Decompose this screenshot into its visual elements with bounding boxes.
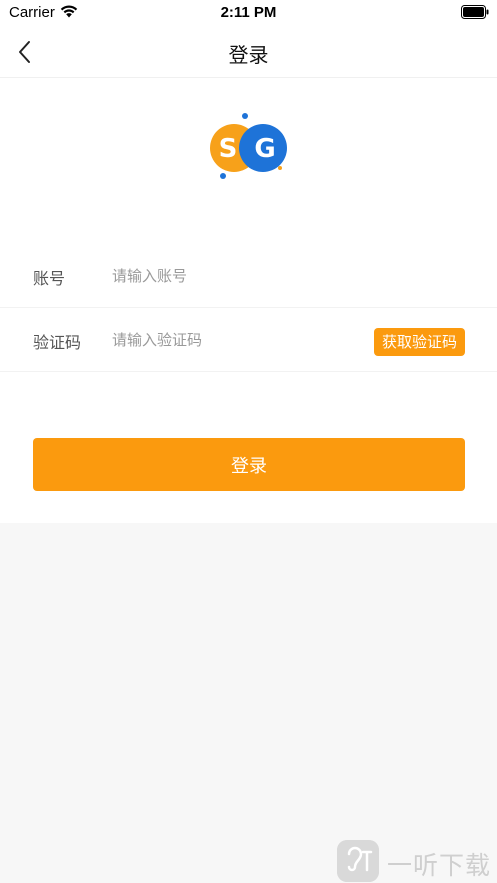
battery-icon xyxy=(461,5,489,19)
sg-logo: S G xyxy=(210,113,287,179)
account-label: 账号 xyxy=(33,269,66,288)
account-input[interactable] xyxy=(112,259,352,293)
status-time: 2:11 PM xyxy=(220,4,277,21)
status-bar: Carrier 2:11 PM xyxy=(0,0,497,26)
code-row: 验证码 获取验证码 xyxy=(0,308,497,372)
svg-text:G: G xyxy=(254,134,275,164)
svg-text:S: S xyxy=(219,134,238,164)
watermark-text: 一听下载 xyxy=(387,851,492,880)
login-form-area: S G 账号 验证码 获取验证码 登录 xyxy=(0,78,497,523)
login-screen: Carrier 2:11 PM 登录 S G 账号 请输入账号 验证码 请输入验… xyxy=(0,0,497,883)
ear-icon xyxy=(337,840,379,882)
watermark: 一听下载 xyxy=(337,840,497,882)
login-button[interactable]: 登录 xyxy=(33,438,465,491)
code-input[interactable] xyxy=(112,323,352,357)
code-label: 验证码 xyxy=(33,333,82,352)
nav-bar: 登录 xyxy=(0,26,497,78)
page-title: 登录 xyxy=(228,43,269,67)
account-row: 账号 xyxy=(0,244,497,308)
get-code-button[interactable]: 获取验证码 xyxy=(374,328,465,356)
